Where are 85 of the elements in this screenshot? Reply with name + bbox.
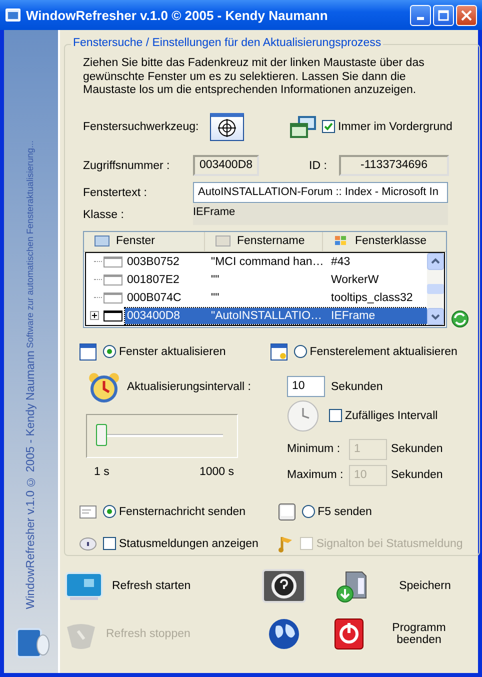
tree-cell-text: WorkerW <box>330 274 379 286</box>
tree-cell-text: tooltips_class32 <box>330 292 413 304</box>
update-target-radio[interactable]: Fensterelement aktualisieren <box>294 345 458 358</box>
slider-min-label: 1 s <box>94 466 110 478</box>
monitor-icon <box>64 570 104 602</box>
maximize-button[interactable] <box>433 4 454 26</box>
expand-icon[interactable] <box>90 311 98 320</box>
tree-cell-text: "AutoINSTALLATIO… <box>210 310 324 322</box>
handle-label: Zugriffsnummer : <box>82 160 171 172</box>
scrollbar[interactable] <box>427 252 444 324</box>
globe-icon <box>268 618 300 650</box>
window-text-label: Fenstertext : <box>82 186 148 198</box>
banner-title: WindowRefresher v.1.0 © 2005 - Kendy Naumann <box>25 350 37 609</box>
close-icon <box>461 10 472 20</box>
crosshair-tool-button[interactable] <box>210 112 244 140</box>
tree-row[interactable]: 003B0752 "MCI command han… #43 <box>125 254 427 270</box>
search-tool-label: Fenstersuchwerkzeug: <box>82 120 200 132</box>
group-title: Fenstersuche / Einstellungen für den Aktualisierungsprozess <box>71 37 384 49</box>
clock-icon <box>287 400 319 432</box>
window-icon <box>79 342 97 360</box>
quit-action-button[interactable]: Programm beenden <box>334 610 454 658</box>
key-icon <box>278 502 296 520</box>
method-radio[interactable]: Fensternachricht senden <box>103 505 246 518</box>
window-icon <box>94 234 110 248</box>
message-icon <box>79 504 97 518</box>
tree-cell-text: 000B074C <box>126 292 182 304</box>
crosshair-icon <box>215 118 239 138</box>
tree-cell-text: "" <box>210 274 220 286</box>
tree-cell-text: 003B0752 <box>126 256 180 268</box>
windows-flag-icon <box>333 234 349 248</box>
minimize-icon <box>417 16 424 20</box>
seconds-label: Sekunden <box>391 443 443 455</box>
maximize-icon <box>438 10 449 20</box>
random-interval-checkbox[interactable]: Zufälliges Intervall <box>329 409 438 422</box>
info-icon <box>79 536 97 552</box>
slider-max-label: 1000 s <box>199 466 234 478</box>
window-title: WindowRefresher v.1.0 © 2005 - Kendy Naumann <box>26 8 329 22</box>
tree-cell-text: 001807E2 <box>126 274 180 286</box>
class-label: Klasse : <box>82 208 125 220</box>
save-action-button[interactable]: Speichern <box>334 562 460 610</box>
scroll-thumb[interactable] <box>427 284 444 294</box>
music-note-icon <box>278 534 294 552</box>
column-header[interactable]: Fenster <box>84 232 204 250</box>
class-field: IEFrame <box>193 204 448 225</box>
window-text-field[interactable]: AutoINSTALLATION-Forum :: Index - Microsoft In <box>193 182 448 203</box>
tree-cell-text: IEFrame <box>330 310 376 322</box>
handle-field: 003400D8 <box>193 155 259 176</box>
interval-slider[interactable] <box>86 414 238 458</box>
column-header[interactable]: Fensterklasse <box>322 232 446 250</box>
tree-row[interactable]: 001807E2 "" WorkerW <box>125 272 427 288</box>
always-on-top-checkbox[interactable]: Immer im Vordergrund <box>322 120 452 133</box>
column-header[interactable]: Fenstername <box>204 232 322 250</box>
app-icon <box>5 7 21 23</box>
seconds-label: Sekunden <box>391 469 443 481</box>
seconds-label: Sekunden <box>331 380 383 392</box>
update-target-radio[interactable]: Fenster aktualisieren <box>103 345 226 358</box>
scroll-down-icon[interactable] <box>427 308 444 324</box>
minimum-label: Minimum : <box>287 443 342 455</box>
scroll-up-icon[interactable] <box>427 252 444 270</box>
tree-cell-text: "MCI command han… <box>210 256 325 268</box>
refresh-icon[interactable] <box>451 310 469 328</box>
banner-subtitle: Software zur automatischen Fensteraktualisierung... <box>25 140 36 348</box>
interval-label: Aktualisierungsintervall : <box>127 380 252 392</box>
interval-field[interactable]: 10 <box>287 376 325 397</box>
tree-row[interactable]: 000B074C "" tooltips_class32 <box>125 290 427 306</box>
start-action-button[interactable]: Refresh starten <box>64 562 191 610</box>
tree-cell-text: #43 <box>330 256 350 268</box>
help-icon <box>262 569 306 603</box>
id-field: -1133734696 <box>339 155 449 176</box>
status-messages-checkbox[interactable]: Statusmeldungen anzeigen <box>103 537 258 550</box>
tree-cell-text: 003400D8 <box>126 310 182 322</box>
method-radio[interactable]: F5 senden <box>302 505 372 518</box>
window-icon <box>103 310 123 322</box>
id-label: ID : <box>309 160 328 172</box>
close-button[interactable] <box>456 4 477 26</box>
instructions-text: Ziehen Sie bitte das Fadenkreuz mit der linken Maustaste über das gewünschte Fenster um es zu selektieren. Lassen Sie dann die Maustaste los um die entsprechenden Informationen anzuzeigen. <box>83 57 426 98</box>
checkmark-icon <box>323 121 334 132</box>
maximum-label: Maximum : <box>287 469 344 481</box>
alarm-clock-icon <box>87 370 121 402</box>
minimize-button[interactable] <box>410 4 431 26</box>
windows-icon <box>290 116 316 138</box>
tree-row[interactable]: 003400D8 "AutoINSTALLATIO… IEFrame <box>125 308 427 324</box>
power-icon <box>334 618 364 650</box>
window-icon <box>215 234 231 248</box>
tree-cell-text: "" <box>210 292 220 304</box>
